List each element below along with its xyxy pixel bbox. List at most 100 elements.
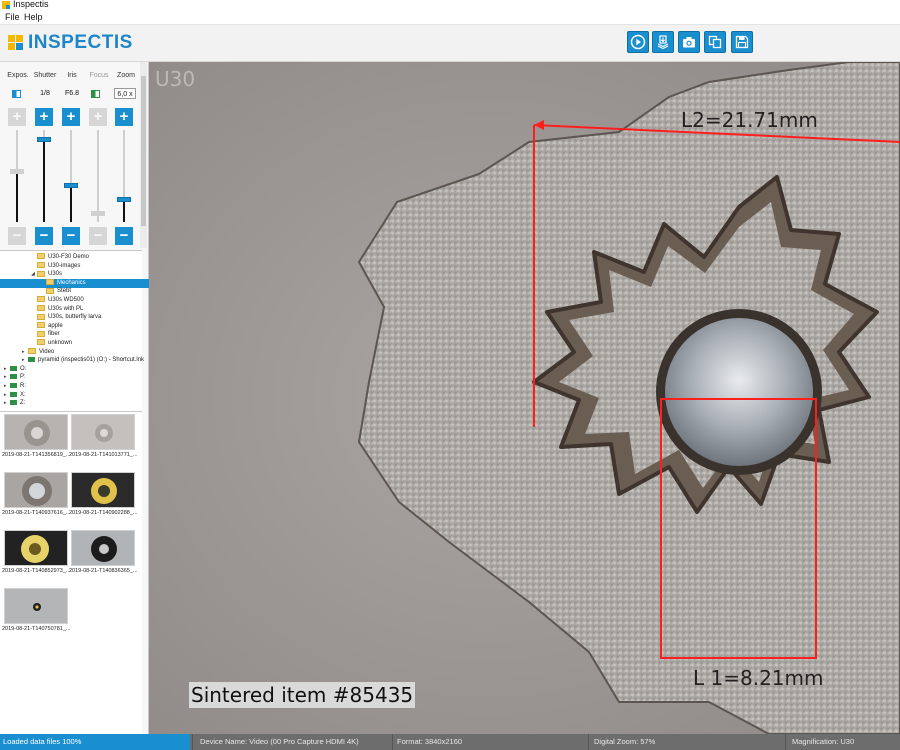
iris-slider-thumb[interactable] <box>64 183 78 189</box>
thumbnail-caption: 2019-08-21-T140937616_... <box>2 510 70 516</box>
folder-icon <box>46 287 54 294</box>
exposure-decrease-button[interactable]: − <box>8 227 26 245</box>
thumbnail-caption: 2019-08-21-T141013771_... <box>69 452 137 458</box>
thumbnail-image[interactable] <box>71 472 135 508</box>
tree-item-label: Video <box>39 348 55 355</box>
exposure-increase-button[interactable]: + <box>8 108 26 126</box>
folder-icon <box>46 279 54 286</box>
save-button[interactable] <box>731 31 753 53</box>
folder-icon <box>37 339 45 346</box>
thumbnail-image[interactable] <box>71 414 135 450</box>
play-button[interactable] <box>627 31 649 53</box>
thumbnail-image[interactable] <box>71 530 135 566</box>
tree-item-label: U30-images <box>48 262 81 269</box>
window-title: Inspectis <box>13 0 49 9</box>
shutter-value: 1/8 <box>40 90 50 97</box>
tree-item-label: apple <box>48 322 63 329</box>
focus-mode-icon[interactable] <box>91 90 100 98</box>
controls-scrollbar[interactable] <box>140 62 147 248</box>
format-status: Format: 3840x2160 <box>397 737 463 746</box>
drive-icon <box>10 400 17 406</box>
measurement-l1-label[interactable]: L 1=8.21mm <box>693 666 823 690</box>
zoom-slider-thumb[interactable] <box>117 197 131 202</box>
shutter-slider-fill <box>43 139 45 222</box>
focus-slider-thumb[interactable] <box>91 210 105 216</box>
tree-item-label: P: <box>20 374 26 381</box>
tree-item-label: Stebt <box>57 288 72 295</box>
shutter-decrease-button[interactable]: − <box>35 227 53 245</box>
iris-increase-button[interactable]: + <box>62 108 80 126</box>
tree-item-label: U30-F30 Demo <box>48 254 90 260</box>
zoom-increase-button[interactable]: + <box>115 108 133 126</box>
tree-item[interactable]: ▸ Z: <box>4 399 25 408</box>
play-icon <box>630 34 646 50</box>
drive-icon <box>10 382 17 388</box>
thumbnail-image[interactable] <box>4 472 68 508</box>
image-caption[interactable]: Sintered item #85435 <box>189 682 416 708</box>
thumbnail-image[interactable] <box>4 414 68 450</box>
thumbnail-caption: 2019-08-21-T140750781_... <box>2 626 70 632</box>
zoom-decrease-button[interactable]: − <box>115 227 133 245</box>
focus-decrease-button[interactable]: − <box>89 227 107 245</box>
menu-bar: File Help <box>0 11 900 25</box>
zoom-slider-fill <box>123 199 125 222</box>
iris-value: F6.8 <box>64 90 79 97</box>
thumbnail-caption: 2019-08-21-T140852973_... <box>2 568 70 574</box>
title-bar: Inspectis <box>0 0 900 11</box>
tree-item-label: fiber <box>48 331 60 338</box>
brand-name: INSPECTIS <box>28 32 133 53</box>
load-status: Loaded data files 100% <box>3 737 82 746</box>
tree-item[interactable]: ▸ pyramid (inspectis01) (O:) - Shortcut.l… <box>22 356 144 365</box>
folder-icon <box>37 305 45 312</box>
tree-item-label: U30s with PL <box>48 305 84 312</box>
copy-button[interactable] <box>704 31 726 53</box>
thumbnail-caption: 2019-08-21-T140902288_... <box>69 510 137 516</box>
toolbar: INSPECTIS <box>0 25 900 62</box>
iris-label: Iris <box>67 72 77 79</box>
shutter-slider-thumb[interactable] <box>37 137 51 143</box>
folder-icon <box>37 270 45 277</box>
folder-icon <box>28 348 36 355</box>
shutter-increase-button[interactable]: + <box>35 108 53 126</box>
menu-file[interactable]: File <box>5 11 20 24</box>
folder-icon <box>37 253 45 260</box>
copy-icon <box>708 35 722 49</box>
exposure-mode-icon[interactable] <box>12 90 21 98</box>
menu-help[interactable]: Help <box>24 11 43 24</box>
iris-decrease-button[interactable]: − <box>62 227 80 245</box>
tree-item-label: X: <box>20 391 26 398</box>
folder-icon <box>37 262 45 269</box>
capture-button[interactable] <box>678 31 700 53</box>
drive-icon <box>10 391 17 397</box>
camera-controls: Expos. Shutter Iris Focus Zoom 1/8 F6.8 … <box>0 62 147 248</box>
tree-item-label: Z: <box>20 400 26 407</box>
magnification-overlay: U30 <box>155 67 196 91</box>
focus-increase-button[interactable]: + <box>89 108 107 126</box>
shutter-label: Shutter <box>33 72 57 79</box>
live-image <box>149 62 900 734</box>
status-bar: Loaded data files 100% Device Name: Vide… <box>0 734 900 750</box>
tree-item-label: U30s, butterfly larva <box>48 314 102 321</box>
image-viewer[interactable]: U30 L2=21.71mm L 1=8.21mm Sintered item … <box>149 62 900 734</box>
drive-icon <box>28 357 35 363</box>
thumbnail-image[interactable] <box>4 530 68 566</box>
folder-icon <box>37 296 45 303</box>
stack-save-icon <box>657 35 669 50</box>
stack-save-button[interactable] <box>652 31 674 53</box>
tree-item-label: R: <box>20 383 26 389</box>
folder-icon <box>37 313 45 320</box>
thumbnail-image[interactable] <box>4 588 68 624</box>
focus-slider-track[interactable] <box>97 130 99 222</box>
digital-zoom-status: Digital Zoom: 57% <box>594 737 656 746</box>
measurement-l2-label[interactable]: L2=21.71mm <box>681 108 818 132</box>
device-name: Device Name: Video (00 Pro Capture HDMI … <box>200 737 359 746</box>
zoom-value[interactable]: 6,0 x <box>114 88 136 99</box>
folder-icon <box>37 330 45 337</box>
exposure-slider-thumb[interactable] <box>10 169 24 175</box>
exposure-slider-fill <box>16 171 18 222</box>
logo-mark-icon <box>8 35 24 51</box>
tree-item-label: unknown <box>48 340 73 346</box>
tree-item-label: Mechanics <box>57 279 86 286</box>
drive-icon <box>10 365 17 371</box>
iris-slider-fill <box>70 185 72 222</box>
